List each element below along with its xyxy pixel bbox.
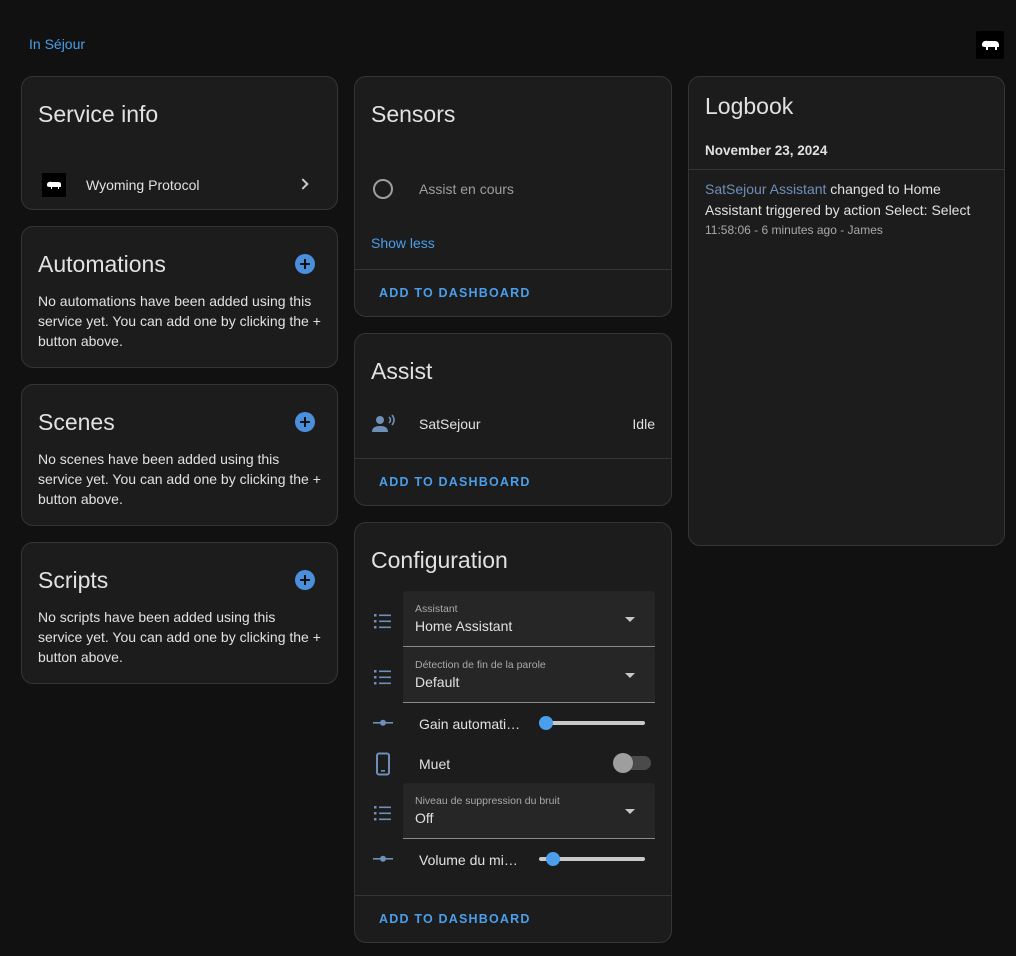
wyoming-icon	[42, 173, 66, 197]
mic-volume-slider-thumb[interactable]	[546, 852, 561, 866]
chevron-down-icon	[625, 673, 635, 678]
logbook-entity-link[interactable]: SatSejour Assistant	[705, 181, 826, 197]
mic-volume-slider[interactable]	[539, 851, 645, 867]
scripts-description: No scripts have been added using this se…	[38, 609, 321, 665]
sensors-add-to-dashboard-button[interactable]: ADD TO DASHBOARD	[379, 286, 531, 300]
configuration-add-to-dashboard-button[interactable]: ADD TO DASHBOARD	[379, 912, 531, 926]
chevron-right-icon	[297, 178, 309, 190]
mute-toggle[interactable]	[613, 753, 651, 773]
automations-title: Automations	[38, 251, 166, 277]
sensors-card: Sensors Assist en cours Show less ADD TO…	[354, 76, 672, 317]
slider-icon	[371, 847, 395, 871]
mute-toggle-thumb	[613, 753, 633, 773]
assist-row[interactable]: SatSejour Idle	[355, 410, 671, 438]
integration-row[interactable]: Wyoming Protocol	[22, 169, 337, 201]
auto-gain-label: Gain automati…	[419, 716, 521, 732]
add-scene-icon[interactable]	[295, 412, 315, 432]
scenes-description: No scenes have been added using this ser…	[38, 451, 321, 507]
noise-suppression-select-value: Off	[415, 810, 434, 826]
scripts-title: Scripts	[38, 567, 109, 593]
end-of-speech-select[interactable]: Détection de fin de la parole Default	[403, 647, 655, 703]
add-automation-icon[interactable]	[295, 254, 315, 274]
chevron-down-icon	[625, 617, 635, 622]
sensor-row[interactable]: Assist en cours	[355, 175, 671, 203]
slider-icon	[371, 711, 395, 735]
scenes-card: Scenes No scenes have been added using t…	[21, 384, 338, 526]
circle-outline-icon	[373, 179, 393, 199]
auto-gain-slider-track	[539, 721, 645, 725]
configuration-card: Configuration Assistant Home Assistant D…	[354, 522, 672, 943]
logbook-entry: SatSejour Assistant changed to Home Assi…	[705, 179, 988, 221]
breadcrumb[interactable]: In Séjour	[29, 36, 85, 52]
automations-card: Automations No automations have been add…	[21, 226, 338, 368]
format-list-icon	[371, 609, 395, 633]
assistant-select-label: Assistant	[415, 603, 458, 615]
auto-gain-slider-thumb[interactable]	[539, 716, 553, 730]
sensors-divider	[355, 269, 671, 270]
scenes-title: Scenes	[38, 409, 115, 435]
scripts-card: Scripts No scripts have been added using…	[21, 542, 338, 684]
service-info-title: Service info	[38, 101, 159, 127]
assist-card: Assist SatSejour Idle ADD TO DASHBOARD	[354, 333, 672, 506]
format-list-icon	[371, 665, 395, 689]
account-voice-icon	[371, 412, 397, 441]
logbook-date: November 23, 2024	[705, 143, 828, 158]
noise-suppression-select-label: Niveau de suppression du bruit	[415, 795, 560, 807]
end-of-speech-select-value: Default	[415, 674, 460, 690]
sensors-title: Sensors	[371, 101, 456, 127]
logbook-meta: 11:58:06 - 6 minutes ago - James	[705, 223, 883, 237]
format-list-icon	[371, 801, 395, 825]
logbook-title: Logbook	[705, 93, 794, 119]
assist-title: Assist	[371, 358, 433, 384]
noise-suppression-select[interactable]: Niveau de suppression du bruit Off	[403, 783, 655, 839]
assistant-select-value: Home Assistant	[415, 618, 513, 634]
assist-divider	[355, 458, 671, 459]
assist-state: Idle	[632, 416, 655, 432]
auto-gain-slider[interactable]	[539, 715, 645, 731]
configuration-divider	[355, 895, 671, 896]
add-script-icon[interactable]	[295, 570, 315, 590]
wyoming-logo-icon	[976, 31, 1004, 59]
logbook-card: Logbook November 23, 2024 SatSejour Assi…	[688, 76, 1005, 546]
configuration-title: Configuration	[371, 547, 508, 573]
integration-name: Wyoming Protocol	[86, 177, 200, 193]
mute-label: Muet	[419, 756, 451, 772]
mic-volume-label: Volume du mi…	[419, 852, 518, 868]
cellphone-icon	[371, 752, 395, 776]
end-of-speech-select-label: Détection de fin de la parole	[415, 659, 546, 671]
show-less-link[interactable]: Show less	[371, 235, 435, 251]
service-info-card: Service info Wyoming Protocol	[21, 76, 338, 210]
chevron-down-icon	[625, 809, 635, 814]
assist-name: SatSejour	[419, 416, 481, 432]
sensor-name: Assist en cours	[419, 181, 514, 197]
assistant-select[interactable]: Assistant Home Assistant	[403, 591, 655, 647]
logbook-divider	[689, 169, 1004, 170]
automations-description: No automations have been added using thi…	[38, 293, 321, 349]
assist-add-to-dashboard-button[interactable]: ADD TO DASHBOARD	[379, 475, 531, 489]
